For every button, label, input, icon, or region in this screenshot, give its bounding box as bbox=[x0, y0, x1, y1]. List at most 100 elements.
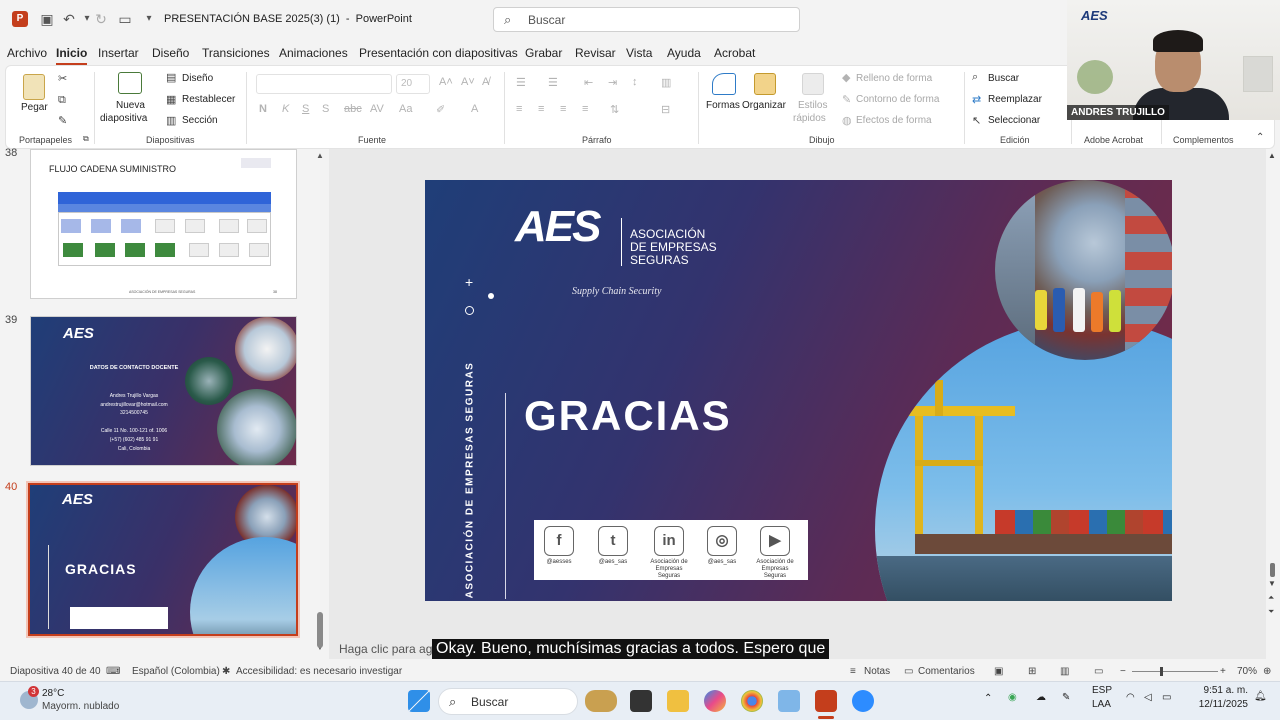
tab-vista[interactable]: Vista bbox=[626, 46, 652, 60]
tray-app-icon[interactable]: ◉ bbox=[1008, 692, 1017, 703]
align-left-icon[interactable]: ≡ bbox=[516, 103, 522, 115]
increase-indent-icon[interactable]: ⇥ bbox=[608, 76, 617, 89]
layout-button[interactable]: Diseño bbox=[182, 73, 213, 84]
tab-presentacion[interactable]: Presentación con diapositivas bbox=[359, 46, 518, 60]
redo-icon[interactable]: ↻ bbox=[92, 10, 110, 28]
align-center-icon[interactable]: ≡ bbox=[538, 103, 544, 115]
undo-icon[interactable]: ↶ bbox=[60, 10, 78, 28]
social-youtube[interactable]: ▶ Asociación de Empresas Seguras bbox=[752, 526, 798, 580]
current-slide[interactable]: AES ASOCIACIÓN DE EMPRESAS SEGURAS Suppl… bbox=[425, 180, 1172, 601]
shrink-font-icon[interactable]: A˅ bbox=[461, 76, 475, 88]
numbering-icon[interactable]: ☰ bbox=[548, 76, 558, 89]
bold-icon[interactable]: N bbox=[259, 103, 267, 115]
news-widget-icon[interactable] bbox=[585, 690, 617, 712]
battery-icon[interactable]: ▭ bbox=[1162, 692, 1171, 703]
paste-icon[interactable] bbox=[23, 74, 45, 100]
copilot-icon[interactable] bbox=[704, 690, 726, 712]
tab-insertar[interactable]: Insertar bbox=[98, 46, 139, 60]
collapse-ribbon-icon[interactable]: ⌃ bbox=[1256, 132, 1264, 143]
windows-start-icon[interactable] bbox=[408, 690, 430, 712]
replace-icon[interactable]: ⇄ bbox=[972, 93, 981, 106]
clear-format-icon[interactable]: A̸ bbox=[482, 76, 489, 88]
reset-button[interactable]: Restablecer bbox=[182, 94, 235, 105]
notes-button[interactable]: Notas bbox=[864, 666, 890, 677]
thumbnail-scrollbar[interactable]: ▲ ▼ bbox=[316, 151, 324, 652]
notifications-icon[interactable]: 🔔︎ bbox=[1254, 691, 1267, 702]
format-painter-icon[interactable]: ✎ bbox=[58, 114, 67, 127]
section-button[interactable]: Sección bbox=[182, 115, 218, 126]
social-instagram[interactable]: ◎ @aes_sas bbox=[699, 526, 745, 566]
shape-fill-icon[interactable]: ◆ bbox=[842, 71, 850, 84]
shape-outline-icon[interactable]: ✎ bbox=[842, 93, 851, 106]
notes-icon[interactable]: ≡ bbox=[850, 666, 856, 677]
tray-pen-icon[interactable]: ✎ bbox=[1062, 692, 1070, 703]
underline-icon[interactable]: S bbox=[302, 103, 309, 115]
thumbnail-slide-38[interactable]: FLUJO CADENA SUMINISTRO ASOCIACIÓN DE EM… bbox=[30, 149, 297, 299]
accessibility-icon[interactable]: ✱ bbox=[222, 666, 230, 677]
shape-effects-icon[interactable]: ◍ bbox=[842, 114, 852, 127]
arrange-button[interactable]: Organizar bbox=[742, 100, 786, 111]
tab-inicio[interactable]: Inicio bbox=[56, 46, 88, 65]
tab-grabar[interactable]: Grabar bbox=[525, 46, 562, 60]
new-slide-icon[interactable] bbox=[118, 72, 142, 94]
shapes-button[interactable]: Formas bbox=[706, 100, 740, 111]
select-button[interactable]: Seleccionar bbox=[988, 115, 1040, 126]
tab-archivo[interactable]: Archivo bbox=[7, 46, 47, 60]
text-direction-icon[interactable]: ⇅ bbox=[610, 103, 619, 116]
cut-icon[interactable]: ✂ bbox=[58, 72, 67, 85]
quick-styles-button-line2[interactable]: rápidos bbox=[793, 113, 826, 124]
file-explorer-icon[interactable] bbox=[667, 690, 689, 712]
align-right-icon[interactable]: ≡ bbox=[560, 103, 566, 115]
find-button[interactable]: Buscar bbox=[988, 73, 1019, 84]
accessibility-status[interactable]: Accesibilidad: es necesario investigar bbox=[236, 666, 402, 677]
font-color-icon[interactable]: A bbox=[471, 103, 478, 115]
columns-icon[interactable]: ▥ bbox=[661, 76, 671, 89]
taskbar-search[interactable]: ⌕ Buscar bbox=[438, 688, 578, 715]
quick-styles-button[interactable]: Estilos bbox=[798, 100, 827, 111]
shape-fill-button[interactable]: Relleno de forma bbox=[856, 73, 932, 84]
tab-transiciones[interactable]: Transiciones bbox=[202, 46, 270, 60]
find-icon[interactable]: ⌕ bbox=[972, 71, 978, 84]
shape-effects-button[interactable]: Efectos de forma bbox=[856, 115, 932, 126]
tab-animaciones[interactable]: Animaciones bbox=[279, 46, 348, 60]
zoom-icon[interactable] bbox=[852, 690, 874, 712]
new-slide-button-line2[interactable]: diapositiva bbox=[100, 113, 147, 124]
shapes-icon[interactable] bbox=[712, 73, 736, 95]
highlight-icon[interactable]: ✐ bbox=[436, 103, 445, 116]
zoom-in-icon[interactable]: + bbox=[1220, 666, 1226, 677]
notes-placeholder[interactable]: Haga clic para ag bbox=[339, 642, 432, 656]
font-family-select[interactable] bbox=[256, 74, 392, 94]
clipboard-launcher-icon[interactable]: ⧉ bbox=[83, 134, 89, 144]
customize-toolbar-icon[interactable]: ▾ bbox=[140, 10, 158, 28]
keyboard-layout[interactable]: LAA bbox=[1092, 699, 1111, 710]
normal-view-icon[interactable]: ▣ bbox=[994, 666, 1003, 677]
social-linkedin[interactable]: in Asociación de Empresas Seguras bbox=[646, 526, 692, 580]
chrome-icon[interactable] bbox=[741, 690, 763, 712]
slideshow-view-icon[interactable]: ▭ bbox=[1094, 666, 1103, 677]
replace-button[interactable]: Reemplazar bbox=[988, 94, 1042, 105]
shadow-icon[interactable]: S bbox=[322, 103, 329, 115]
arrange-icon[interactable] bbox=[754, 73, 776, 95]
clock-time[interactable]: 9:51 a. m. bbox=[1196, 685, 1248, 696]
comments-button[interactable]: Comentarios bbox=[918, 666, 975, 677]
char-spacing-icon[interactable]: AV bbox=[370, 103, 384, 115]
font-size-select[interactable]: 20 bbox=[396, 74, 430, 94]
align-text-icon[interactable]: ⊟ bbox=[661, 103, 670, 116]
select-icon[interactable]: ↖ bbox=[972, 114, 981, 127]
strikethrough-icon[interactable]: abc bbox=[344, 103, 362, 115]
copy-icon[interactable]: ⧉ bbox=[58, 94, 66, 107]
thumbnail-slide-40[interactable]: AES GRACIAS bbox=[26, 481, 300, 638]
tray-cloud-icon[interactable]: ☁ bbox=[1036, 692, 1046, 703]
tab-diseno[interactable]: Diseño bbox=[152, 46, 189, 60]
search-input[interactable]: ⌕ Buscar bbox=[493, 7, 800, 32]
tray-chevron-icon[interactable]: ⌃ bbox=[984, 693, 992, 704]
present-icon[interactable]: ▭ bbox=[116, 10, 134, 28]
volume-icon[interactable]: ◁ bbox=[1144, 692, 1152, 703]
save-icon[interactable]: ▣ bbox=[38, 10, 56, 28]
clock-date[interactable]: 12/11/2025 bbox=[1190, 699, 1248, 710]
section-icon[interactable]: ▥ bbox=[166, 114, 176, 127]
social-facebook[interactable]: f @aesses bbox=[536, 526, 582, 566]
snipping-tool-icon[interactable] bbox=[778, 690, 800, 712]
reading-view-icon[interactable]: ▥ bbox=[1060, 666, 1069, 677]
decrease-indent-icon[interactable]: ⇤ bbox=[584, 76, 593, 89]
